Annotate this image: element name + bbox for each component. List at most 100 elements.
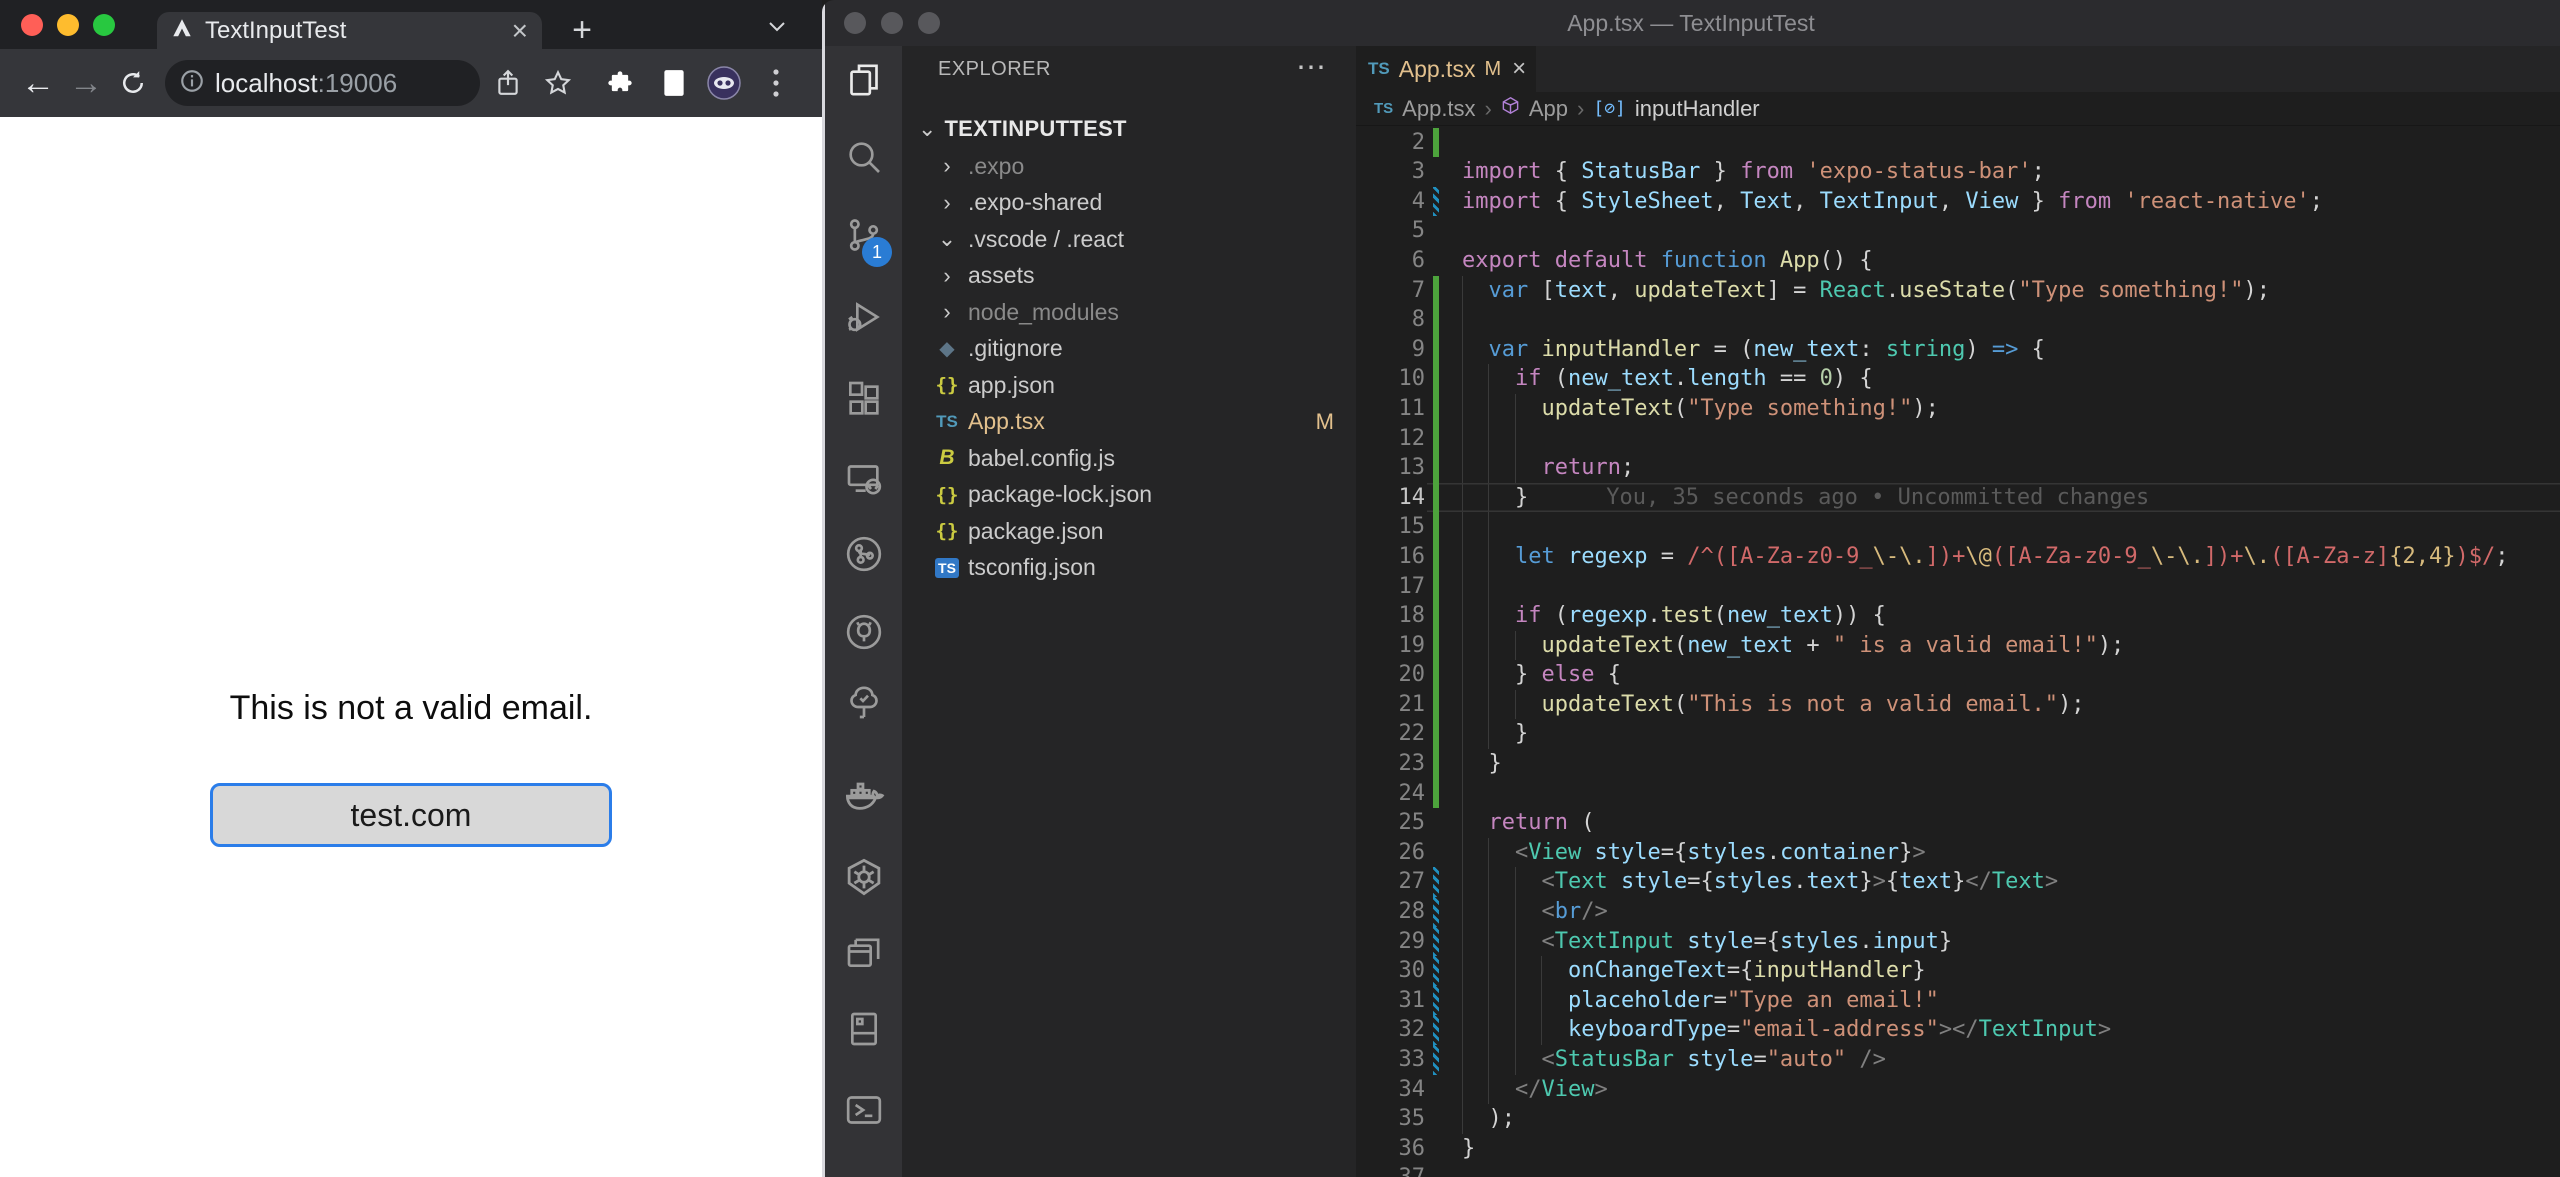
- line-number: 9: [1356, 335, 1425, 365]
- code-line[interactable]: 7 var [text, updateText] = React.useStat…: [1356, 276, 2560, 306]
- site-info-icon[interactable]: [179, 68, 205, 99]
- code-line[interactable]: 25 return (: [1356, 808, 2560, 838]
- code-line[interactable]: 29 <TextInput style={styles.input}: [1356, 927, 2560, 957]
- zoom-traffic-light[interactable]: [93, 14, 115, 36]
- minimize-traffic-light[interactable]: [57, 14, 79, 36]
- breadcrumb-symbol[interactable]: App: [1529, 96, 1568, 122]
- code-line[interactable]: 2: [1356, 128, 2560, 158]
- code-line[interactable]: 33 <StatusBar style="auto" />: [1356, 1045, 2560, 1075]
- tree-item[interactable]: ›node_modules: [902, 294, 1356, 331]
- close-traffic-light[interactable]: [21, 14, 43, 36]
- tree-item[interactable]: {}package.json: [902, 513, 1356, 550]
- code-line[interactable]: 31 placeholder="Type an email!": [1356, 986, 2560, 1016]
- code-line[interactable]: 19 updateText(new_text + " is a valid em…: [1356, 631, 2560, 661]
- kubernetes-icon[interactable]: [825, 849, 902, 905]
- code-line[interactable]: 35 );: [1356, 1104, 2560, 1134]
- tree-item[interactable]: TStsconfig.json: [902, 550, 1356, 587]
- live-preview-icon[interactable]: [825, 926, 902, 982]
- code-line[interactable]: 26 <View style={styles.container}>: [1356, 838, 2560, 868]
- line-number: 34: [1356, 1075, 1425, 1105]
- line-number: 25: [1356, 808, 1425, 838]
- code-line[interactable]: 21 updateText("This is not a valid email…: [1356, 690, 2560, 720]
- browser-menu-icon[interactable]: [756, 49, 796, 117]
- tree-item[interactable]: ⌄.vscode / .react: [902, 221, 1356, 258]
- code-text: return;: [1462, 453, 1634, 483]
- tab-close-icon[interactable]: ×: [512, 17, 528, 45]
- code-line[interactable]: 10 if (new_text.length == 0) {: [1356, 364, 2560, 394]
- code-line[interactable]: 6export default function App() {: [1356, 246, 2560, 276]
- github-icon[interactable]: [825, 604, 902, 660]
- extensions-icon[interactable]: [825, 372, 902, 428]
- git-graph-icon[interactable]: [825, 526, 902, 582]
- run-debug-icon[interactable]: [825, 289, 902, 345]
- powershell-icon[interactable]: [825, 1082, 902, 1138]
- code-line[interactable]: 20 } else {: [1356, 660, 2560, 690]
- explorer-icon[interactable]: [825, 52, 902, 108]
- code-line[interactable]: 8: [1356, 305, 2560, 335]
- workspace-root[interactable]: ⌄ TEXTINPUTTEST: [902, 110, 1356, 148]
- code-line[interactable]: 3import { StatusBar } from 'expo-status-…: [1356, 157, 2560, 187]
- tree-item[interactable]: Bbabel.config.js: [902, 440, 1356, 477]
- breadcrumb-method[interactable]: inputHandler: [1635, 96, 1760, 122]
- code-line[interactable]: 18 if (regexp.test(new_text)) {: [1356, 601, 2560, 631]
- tree-item[interactable]: ›.expo-shared: [902, 185, 1356, 222]
- forward-button[interactable]: →: [62, 49, 110, 117]
- bookmark-star-icon[interactable]: [536, 49, 580, 117]
- tree-item[interactable]: ›assets: [902, 258, 1356, 295]
- code-line[interactable]: 30 onChangeText={inputHandler}: [1356, 956, 2560, 986]
- tree-item[interactable]: {}app.json: [902, 367, 1356, 404]
- back-button[interactable]: ←: [14, 49, 62, 117]
- new-tab-button[interactable]: +: [562, 13, 602, 49]
- code-line[interactable]: 32 keyboardType="email-address"></TextIn…: [1356, 1015, 2560, 1045]
- code-text: var [text, updateText] = React.useState(…: [1462, 276, 2270, 306]
- browser-tab[interactable]: TextInputTest ×: [157, 12, 542, 49]
- email-text-input[interactable]: [210, 783, 612, 847]
- url-port: :19006: [318, 68, 398, 99]
- extensions-puzzle-icon[interactable]: [598, 49, 642, 117]
- code-line[interactable]: 23 }: [1356, 749, 2560, 779]
- address-bar[interactable]: localhost:19006: [165, 60, 480, 106]
- code-line[interactable]: 4import { StyleSheet, Text, TextInput, V…: [1356, 187, 2560, 217]
- code-line[interactable]: 14 }You, 35 seconds ago • Uncommitted ch…: [1356, 483, 2560, 513]
- code-editor[interactable]: 23import { StatusBar } from 'expo-status…: [1356, 126, 2560, 1177]
- extension-panel-icon[interactable]: [652, 49, 696, 117]
- code-line[interactable]: 15: [1356, 512, 2560, 542]
- editor-tab-apptsx[interactable]: TS App.tsx M ×: [1356, 46, 1536, 92]
- code-line[interactable]: 16 let regexp = /^([A-Za-z0-9_\-\.])+\@(…: [1356, 542, 2560, 572]
- code-line[interactable]: 22 }: [1356, 719, 2560, 749]
- remote-explorer-icon[interactable]: [825, 451, 902, 507]
- code-line[interactable]: 28 <br/>: [1356, 897, 2560, 927]
- dev-device-icon[interactable]: [825, 1001, 902, 1057]
- code-line[interactable]: 12: [1356, 424, 2560, 454]
- tree-item[interactable]: ›.expo: [902, 148, 1356, 185]
- code-line[interactable]: 17: [1356, 572, 2560, 602]
- reload-button[interactable]: [110, 49, 156, 117]
- tree-item[interactable]: TSApp.tsxM: [902, 404, 1356, 441]
- breadcrumb-file[interactable]: App.tsx: [1402, 96, 1475, 122]
- code-line[interactable]: 34 </View>: [1356, 1075, 2560, 1105]
- search-icon[interactable]: [825, 129, 902, 185]
- gutter-added-marker: [1433, 364, 1439, 394]
- share-icon[interactable]: [488, 49, 528, 117]
- code-line[interactable]: 9 var inputHandler = (new_text: string) …: [1356, 335, 2560, 365]
- code-line[interactable]: 13 return;: [1356, 453, 2560, 483]
- todo-tree-icon[interactable]: [825, 674, 902, 730]
- docker-icon[interactable]: [825, 769, 902, 825]
- code-line[interactable]: 37: [1356, 1163, 2560, 1177]
- tree-item[interactable]: {}package-lock.json: [902, 477, 1356, 514]
- code-line[interactable]: 11 updateText("Type something!");: [1356, 394, 2560, 424]
- code-line[interactable]: 5: [1356, 216, 2560, 246]
- code-line[interactable]: 27 <Text style={styles.text}>{text}</Tex…: [1356, 867, 2560, 897]
- code-line[interactable]: 36}: [1356, 1134, 2560, 1164]
- chevron-right-icon: ›: [932, 299, 962, 325]
- tab-close-icon[interactable]: ×: [1512, 55, 1526, 83]
- line-number: 17: [1356, 572, 1425, 602]
- tab-search-chevron-icon[interactable]: [765, 14, 789, 43]
- explorer-actions-icon[interactable]: ⋯: [1296, 50, 1326, 85]
- code-line[interactable]: 24: [1356, 779, 2560, 809]
- profile-avatar[interactable]: [700, 49, 748, 117]
- vscode-titlebar[interactable]: App.tsx — TextInputTest: [822, 0, 2560, 46]
- source-control-icon[interactable]: 1: [825, 207, 902, 263]
- gutter-added-marker: [1433, 631, 1439, 661]
- tree-item[interactable]: ◆.gitignore: [902, 331, 1356, 368]
